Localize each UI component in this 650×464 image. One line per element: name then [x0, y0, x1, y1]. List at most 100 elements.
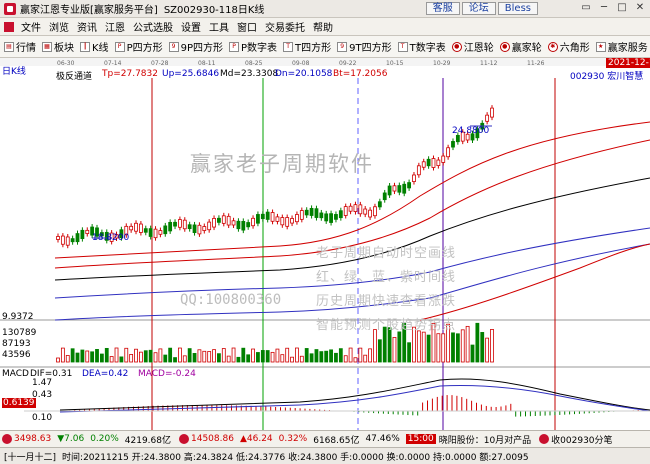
volume-bar [163, 354, 168, 363]
winner-wheel-icon: ● [499, 41, 510, 52]
candle-body [402, 183, 407, 194]
candle-body [60, 235, 65, 245]
candle-body [270, 212, 275, 222]
menu-info[interactable]: 资讯 [73, 19, 101, 34]
candle-body [56, 236, 60, 240]
candle-info-text: 时间:20211215 开:24.3800 高:24.3824 低:24.377… [62, 452, 529, 463]
menu-window[interactable]: 窗口 [233, 19, 261, 34]
candle-body [343, 206, 348, 216]
tool-p-square[interactable]: P P四方形 [114, 39, 163, 54]
tool-9p-square[interactable]: 9 9P四方形 [168, 39, 223, 54]
menu-settings[interactable]: 设置 [177, 19, 205, 34]
tool-service-label: 赢家服务 [607, 43, 648, 54]
volume-bar [324, 350, 329, 363]
candle-body [182, 219, 187, 230]
tool-hexagon[interactable]: ✱ 六角形 [547, 39, 590, 54]
candle-body [260, 213, 265, 220]
volume-bar [270, 351, 275, 363]
volume-bar [319, 351, 324, 363]
candle-body [217, 217, 221, 223]
candle-body [338, 210, 343, 219]
menu-browse[interactable]: 浏览 [45, 19, 73, 34]
high-price-label: 24.8800 [452, 126, 490, 136]
title-links: 客服 论坛 Bless [425, 2, 538, 15]
tool-t-square[interactable]: T T四方形 [283, 39, 331, 54]
bless-link[interactable]: Bless [497, 2, 538, 15]
ratio-value: 47.46% [365, 434, 400, 444]
candle-body [202, 226, 207, 231]
tool-winner-wheel[interactable]: ● 赢家轮 [499, 39, 542, 54]
macd-histogram [64, 395, 644, 417]
volume-bar [124, 347, 129, 363]
volume-bar [236, 356, 241, 363]
maximize-button[interactable]: □ [614, 1, 630, 15]
watermark-line-4: 智能预测个股趋势拐点 [316, 318, 457, 333]
candle-body [334, 214, 338, 220]
candle-body [192, 224, 197, 234]
volume-bar [197, 349, 202, 363]
forum-link[interactable]: 论坛 [461, 2, 496, 15]
candle-body [392, 185, 397, 192]
volume-bar [246, 354, 251, 363]
candle-body [285, 217, 290, 227]
macd-dif-line [59, 378, 650, 411]
volume-bar [368, 348, 372, 363]
candle-body [377, 201, 382, 208]
date-tick: 10-29 [433, 60, 451, 67]
candle-body [65, 236, 70, 246]
macd-tick-3: 0.10 [32, 413, 53, 423]
customer-service-link[interactable]: 客服 [425, 2, 460, 15]
indicator-dn: Dn=20.1058 [275, 69, 333, 79]
shenzhen-index-icon[interactable] [179, 434, 189, 444]
candle-body [387, 185, 392, 196]
volume-bar [143, 350, 148, 363]
candle-body [295, 214, 299, 223]
volume-bar [490, 329, 494, 363]
time-badge: 15:00 [405, 434, 436, 444]
tool-p-number[interactable]: P P数字表 [229, 39, 277, 54]
tool-gann-wheel[interactable]: ● 江恩轮 [451, 39, 494, 54]
tool-service[interactable]: ★ 赢家服务 [595, 39, 648, 54]
candle-body [212, 218, 216, 228]
volume-tick-2: 87193 [2, 339, 31, 349]
tool-quote-label: 行情 [16, 43, 36, 54]
sh-index-amount: 4219.68亿 [124, 435, 171, 446]
macd-label[interactable]: MACD [2, 369, 29, 379]
volume-bar [178, 347, 182, 363]
menu-file[interactable]: 文件 [17, 19, 45, 34]
tool-board[interactable]: ▦ 板块 [42, 39, 74, 54]
tool-quote[interactable]: ▤ 行情 [4, 39, 36, 54]
title-bar: 赢家江恩专业版[赢家服务平台] SZ002930-118日K线 客服 论坛 Bl… [0, 0, 650, 18]
candle-body [314, 208, 319, 218]
volume-bar [290, 356, 294, 363]
tool-9t-square[interactable]: 9 9T四方形 [337, 39, 392, 54]
date-tick: 08-11 [198, 60, 216, 67]
volume-bar [104, 347, 109, 363]
shanghai-index-icon[interactable] [2, 434, 12, 444]
menu-tools[interactable]: 工具 [205, 19, 233, 34]
candle-body [299, 210, 304, 220]
news-ticker[interactable]: 晓阳股份：10月对产品 [439, 433, 531, 446]
tool-t-number[interactable]: T T数字表 [397, 39, 446, 54]
candle-body [309, 207, 314, 216]
candle-body [358, 204, 363, 215]
app-menu-icon[interactable] [4, 21, 14, 32]
menu-trade[interactable]: 交易委托 [261, 19, 309, 34]
close-button[interactable]: ✕ [632, 1, 648, 15]
kline-chart[interactable]: 06-30 07-14 07-28 08-11 08-25 09-08 09-22 10-15… [0, 58, 650, 430]
menu-help[interactable]: 帮助 [309, 19, 337, 34]
tool-kline[interactable]: ┃ K线 [80, 39, 109, 54]
volume-bar [217, 353, 221, 363]
volume-bar [309, 353, 314, 363]
date-tick: 07-28 [151, 60, 169, 67]
menu-gann[interactable]: 江恩 [101, 19, 129, 34]
volume-bar [329, 349, 333, 363]
volume-bar [90, 351, 95, 363]
sz-index-amount: 6168.65亿 [313, 435, 360, 446]
menu-formula[interactable]: 公式选股 [129, 19, 177, 34]
volume-bar [475, 322, 480, 363]
indicator-name[interactable]: 极反通道 [56, 69, 92, 82]
candle-body [382, 192, 387, 201]
restore-down-icon[interactable]: ▭ [578, 1, 594, 15]
minimize-button[interactable]: ─ [596, 1, 612, 15]
